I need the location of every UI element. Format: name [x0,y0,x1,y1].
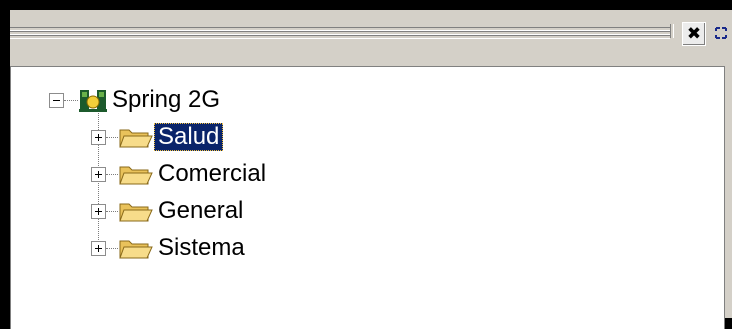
tree-node-salud[interactable]: Salud [91,122,224,152]
tree-connector [106,247,118,249]
tree-view[interactable]: Spring 2G Salud Comercial General Sistem… [10,66,725,329]
expand-icon[interactable] [91,240,106,256]
tree-connector [64,99,78,101]
tree-node-root[interactable]: Spring 2G [49,85,224,115]
tree-node-sistema[interactable]: Sistema [91,233,249,263]
folder-icon [119,129,153,148]
folder-icon [119,166,153,185]
collapse-icon[interactable] [49,92,64,108]
close-button[interactable]: ✖ [682,22,706,46]
expand-icon[interactable] [91,203,106,219]
expand-icon[interactable] [91,129,106,145]
tree-connector [106,210,118,212]
drag-grip-line [10,35,670,39]
folder-icon [119,240,153,259]
app-root-icon [79,90,107,112]
tree-node-label: Comercial [158,160,267,187]
tree-connector [106,136,118,138]
tree-node-label: Sistema [158,234,245,261]
panel-titlebar[interactable]: ✖ [10,10,732,65]
folder-icon [119,203,153,222]
expand-icon[interactable] [91,166,106,182]
tree-node-label: Salud [154,123,224,151]
tree-node-general[interactable]: General [91,196,247,226]
tree-node-label: General [158,197,244,224]
tree-node-label: Spring 2G [112,86,221,113]
tree-panel: ✖ Spring 2G Salud Comercial General Sist… [10,10,732,329]
close-icon: ✖ [686,24,702,44]
grip-end [670,24,674,38]
float-icon [715,27,727,39]
tree-node-comercial[interactable]: Comercial [91,159,270,189]
tree-connector [106,173,118,175]
float-button[interactable] [710,22,732,44]
